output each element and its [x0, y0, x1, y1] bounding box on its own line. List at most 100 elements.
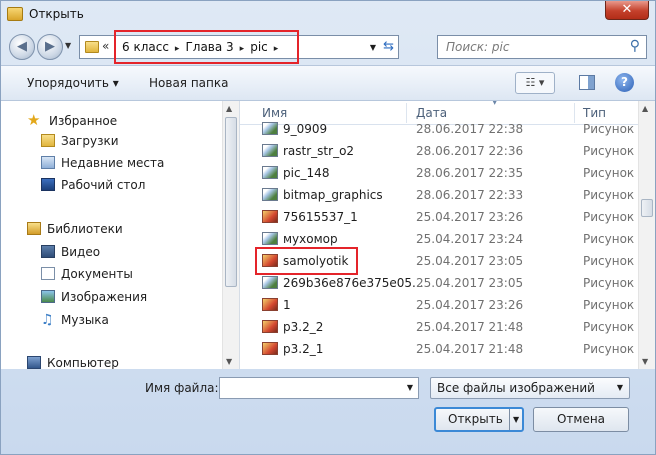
- scroll-down-icon[interactable]: ▼: [226, 357, 232, 366]
- nav-item-music[interactable]: ♫ Музыка: [41, 312, 109, 330]
- folder-icon: [85, 41, 99, 53]
- nav-label: Библиотеки: [47, 222, 123, 236]
- file-type: Рисунок: [583, 298, 635, 312]
- filter-dropdown-icon[interactable]: ▼: [617, 383, 623, 392]
- breadcrumb-separator-icon[interactable]: ▸: [240, 44, 245, 54]
- recent-pages-dropdown-icon[interactable]: ▼: [65, 41, 71, 50]
- nav-item-recent[interactable]: Недавние места: [41, 156, 164, 174]
- scroll-up-icon[interactable]: ▲: [642, 104, 648, 113]
- file-date: 25.04.2017 23:26: [416, 298, 524, 312]
- computer-icon: [27, 356, 41, 369]
- nav-label: Компьютер: [47, 356, 119, 369]
- file-date: 28.06.2017 22:33: [416, 188, 524, 202]
- bitmap-file-icon: [262, 232, 278, 245]
- bitmap-file-icon: [262, 276, 278, 289]
- nav-label: Документы: [61, 267, 133, 281]
- images-icon: [41, 290, 55, 303]
- scrollbar-thumb[interactable]: [225, 117, 237, 287]
- nav-item-documents[interactable]: Документы: [41, 267, 133, 285]
- breadcrumb-separator-icon[interactable]: ▸: [274, 44, 279, 54]
- libraries-icon: [27, 222, 41, 235]
- file-date: 25.04.2017 23:05: [416, 254, 524, 268]
- file-row[interactable]: 269b36e876e375e05... 25.04.2017 23:05 Рису…: [240, 272, 638, 294]
- nav-computer[interactable]: Компьютер: [27, 356, 119, 369]
- nav-label: Недавние места: [61, 156, 165, 170]
- cancel-button[interactable]: Отмена: [533, 407, 629, 432]
- file-row[interactable]: p3.2_2 25.04.2017 21:48 Рисунок: [240, 316, 638, 338]
- file-type: Рисунок: [583, 232, 635, 246]
- nav-item-video[interactable]: Видео: [41, 245, 100, 263]
- help-icon[interactable]: ?: [615, 73, 634, 92]
- nav-item-images[interactable]: Изображения: [41, 290, 147, 308]
- file-row[interactable]: samolyotik 25.04.2017 23:05 Рисунок: [240, 247, 638, 275]
- open-button[interactable]: Открыть ▼: [434, 407, 524, 432]
- nav-item-desktop[interactable]: Рабочий стол: [41, 178, 145, 196]
- scroll-up-icon[interactable]: ▲: [226, 104, 232, 113]
- file-row[interactable]: p3.2_1 25.04.2017 21:48 Рисунок: [240, 338, 638, 360]
- new-folder-button[interactable]: Новая папка: [149, 76, 228, 90]
- file-type: Рисунок: [583, 122, 635, 136]
- open-file-dialog: Открыть ✕ ◀ ▶ ▼ « 6 класс ▸ Глава 3 ▸ pic ▸ ▼…: [0, 0, 656, 455]
- filename-input[interactable]: ▼: [219, 377, 419, 399]
- back-button[interactable]: ◀: [9, 34, 35, 60]
- file-name: 1: [283, 298, 291, 312]
- filter-value: Все файлы изображений: [437, 381, 595, 395]
- file-row[interactable]: 1 25.04.2017 23:26 Рисунок: [240, 294, 638, 316]
- nav-label: Изображения: [61, 290, 148, 304]
- file-row[interactable]: 9_0909 28.06.2017 22:38 Рисунок: [240, 118, 638, 140]
- forward-button[interactable]: ▶: [37, 34, 63, 60]
- file-list-scrollbar[interactable]: ▲ ▼: [638, 101, 655, 369]
- nav-libraries[interactable]: Библиотеки: [27, 222, 123, 240]
- breadcrumb-item[interactable]: 6 класс: [122, 40, 169, 54]
- scrollbar-thumb[interactable]: [641, 199, 653, 217]
- refresh-icon[interactable]: ⇆: [383, 39, 394, 54]
- file-name: 75615537_1: [283, 210, 358, 224]
- highlight-box: [255, 247, 358, 275]
- close-button[interactable]: ✕: [605, 1, 649, 20]
- file-type-filter[interactable]: Все файлы изображений ▼: [430, 377, 630, 399]
- desktop-icon: [41, 178, 55, 191]
- open-dropdown-icon[interactable]: ▼: [513, 409, 519, 430]
- bitmap-file-icon: [262, 188, 278, 201]
- nav-label: Музыка: [61, 313, 109, 327]
- nav-label: Рабочий стол: [61, 178, 146, 192]
- file-row[interactable]: bitmap_graphics 28.06.2017 22:33 Рисунок: [240, 184, 638, 206]
- breadcrumb-item[interactable]: pic: [250, 40, 268, 54]
- file-row[interactable]: rastr_str_o2 28.06.2017 22:36 Рисунок: [240, 140, 638, 162]
- file-name: мухомор: [283, 232, 338, 246]
- star-icon: ★: [27, 111, 41, 129]
- file-row[interactable]: 75615537_1 25.04.2017 23:26 Рисунок: [240, 206, 638, 228]
- jpeg-file-icon: [262, 210, 278, 223]
- breadcrumb-separator-icon[interactable]: ▸: [175, 44, 180, 54]
- overflow-icon[interactable]: «: [102, 39, 109, 53]
- bitmap-file-icon: [262, 122, 278, 135]
- music-icon: ♫: [41, 312, 54, 328]
- file-type: Рисунок: [583, 188, 635, 202]
- nav-label: Избранное: [49, 114, 118, 128]
- filename-dropdown-icon[interactable]: ▼: [407, 383, 413, 392]
- nav-item-downloads[interactable]: Загрузки: [41, 134, 119, 152]
- search-icon[interactable]: ⚲: [630, 38, 640, 54]
- file-type: Рисунок: [583, 166, 635, 180]
- search-input[interactable]: Поиск: pic ⚲: [437, 35, 647, 59]
- file-row[interactable]: pic_148 28.06.2017 22:35 Рисунок: [240, 162, 638, 184]
- documents-icon: [41, 267, 55, 280]
- address-dropdown-icon[interactable]: ▼: [370, 43, 376, 52]
- scroll-down-icon[interactable]: ▼: [642, 357, 648, 366]
- file-type: Рисунок: [583, 254, 635, 268]
- window-title: Открыть: [29, 7, 84, 21]
- organize-button[interactable]: Упорядочить ▾: [27, 76, 119, 90]
- change-view-icon[interactable]: ☷ ▾: [515, 72, 555, 94]
- toolbar: Упорядочить ▾ Новая папка ☷ ▾ ?: [1, 65, 655, 101]
- file-name: pic_148: [283, 166, 330, 180]
- breadcrumb-item[interactable]: Глава 3: [185, 40, 233, 54]
- nav-favorites[interactable]: ★ Избранное: [27, 111, 117, 129]
- video-icon: [41, 245, 55, 258]
- file-type: Рисунок: [583, 276, 635, 290]
- open-split-divider: [509, 409, 510, 430]
- address-bar[interactable]: « 6 класс ▸ Глава 3 ▸ pic ▸ ▼ ⇆: [79, 30, 399, 64]
- preview-pane-icon[interactable]: [579, 75, 595, 90]
- file-name: p3.2_1: [283, 342, 324, 356]
- file-date: 28.06.2017 22:35: [416, 166, 524, 180]
- nav-scrollbar[interactable]: ▲ ▼: [222, 101, 239, 369]
